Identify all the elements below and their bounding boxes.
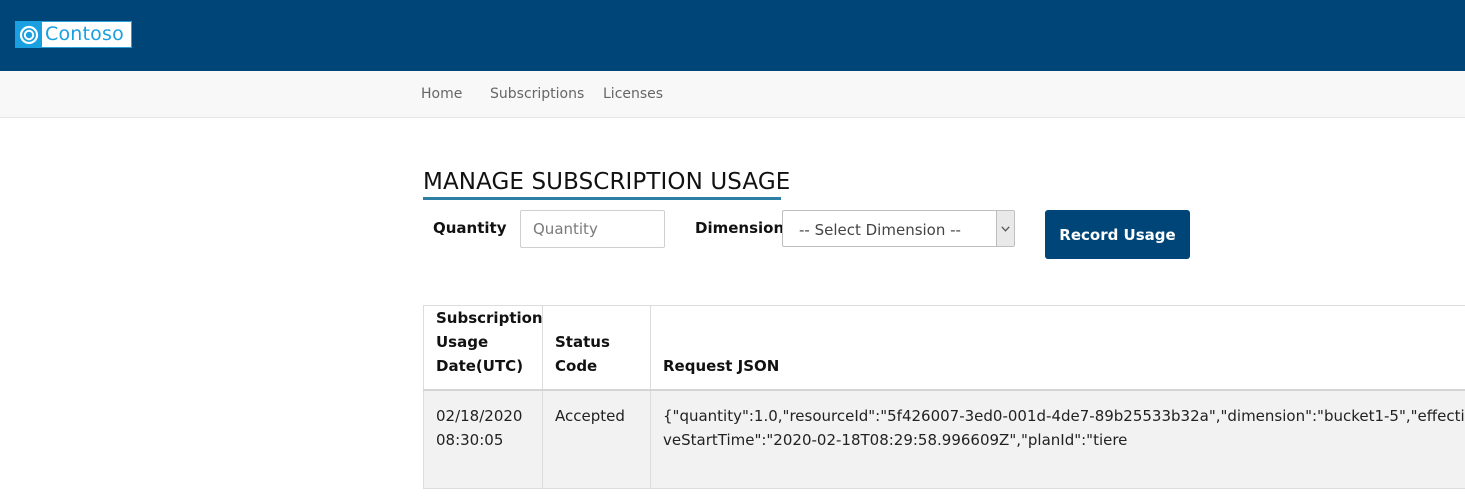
top-header-bar: Contoso bbox=[0, 0, 1465, 71]
table-header-row: Subscription Usage Date(UTC) Status Code… bbox=[423, 305, 1465, 391]
page-title: MANAGE SUBSCRIPTION USAGE bbox=[423, 169, 791, 195]
dimension-select[interactable]: -- Select Dimension -- bbox=[782, 210, 1015, 247]
record-usage-button[interactable]: Record Usage bbox=[1045, 210, 1190, 259]
request-json-cell: {"quantity":1.0,"resourceId":"5f426007-3… bbox=[650, 389, 1465, 489]
quantity-label: Quantity bbox=[433, 219, 507, 237]
dimension-label: Dimension bbox=[695, 219, 785, 237]
nav-licenses-link[interactable]: Licenses bbox=[603, 86, 663, 103]
dimension-select-value: -- Select Dimension -- bbox=[799, 221, 961, 239]
nav-subscriptions-link[interactable]: Subscriptions bbox=[490, 86, 584, 103]
usage-date-cell: 02/18/2020 08:30:05 bbox=[423, 389, 543, 489]
usage-table: Subscription Usage Date(UTC) Status Code… bbox=[423, 305, 1465, 489]
brand-logo[interactable]: Contoso bbox=[15, 21, 132, 48]
status-code-cell: Accepted bbox=[542, 389, 651, 489]
column-header-usage-date: Subscription Usage Date(UTC) bbox=[423, 305, 543, 391]
column-header-status-code: Status Code bbox=[542, 305, 651, 391]
table-row: 02/18/2020 08:30:05 Accepted {"quantity"… bbox=[423, 389, 1465, 489]
nav-home-link[interactable]: Home bbox=[421, 86, 462, 103]
quantity-input[interactable] bbox=[520, 210, 665, 248]
main-nav: Home Subscriptions Licenses bbox=[0, 71, 1465, 118]
chevron-down-icon[interactable] bbox=[996, 211, 1014, 246]
column-header-request-json: Request JSON bbox=[650, 305, 1465, 391]
brand-name: Contoso bbox=[45, 23, 124, 45]
contoso-ring-icon bbox=[15, 21, 42, 48]
title-underline bbox=[423, 197, 781, 200]
